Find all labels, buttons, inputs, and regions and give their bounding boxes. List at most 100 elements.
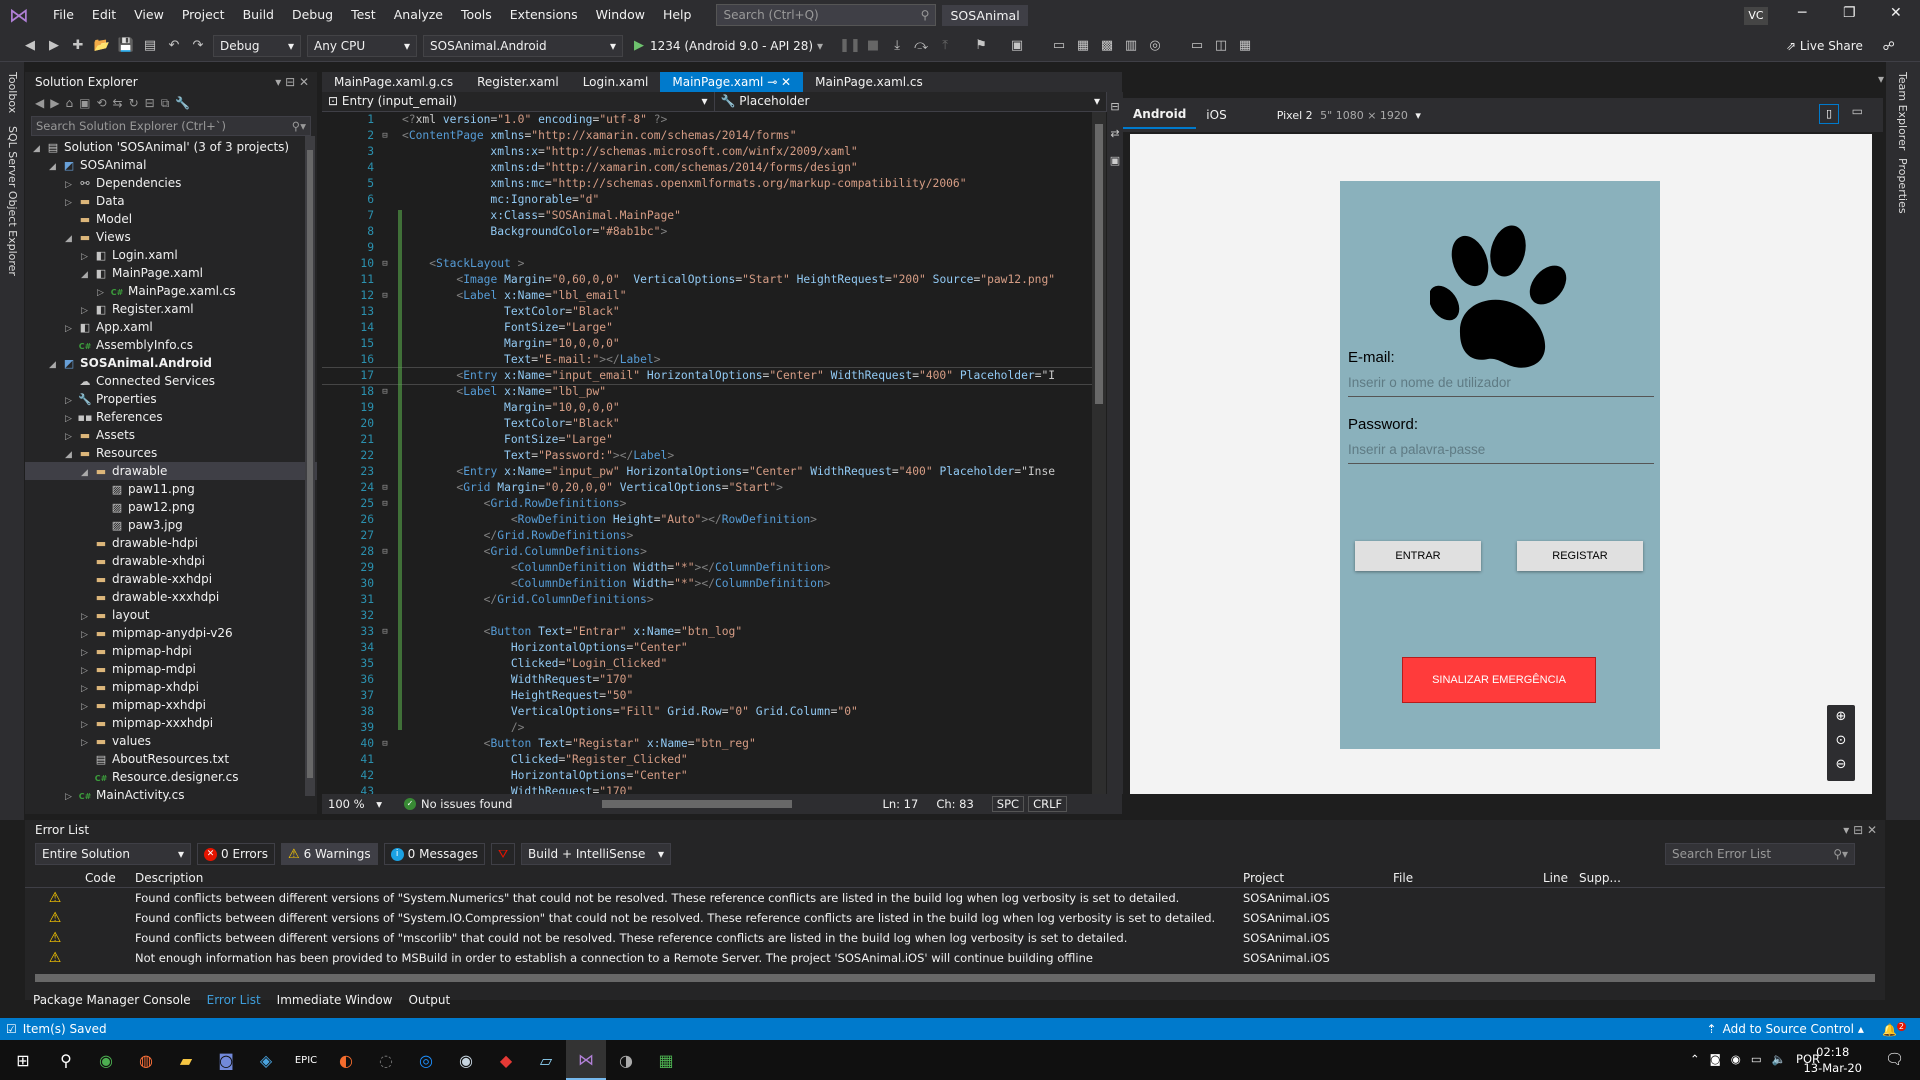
grid-icon[interactable]: ▦	[1235, 38, 1255, 53]
steam-icon[interactable]: ◉	[446, 1040, 486, 1080]
forward-icon[interactable]: ▶	[50, 96, 59, 110]
refresh-icon[interactable]: ↻	[129, 96, 139, 110]
visual-studio-icon[interactable]: ⋈	[566, 1040, 606, 1080]
scope-select[interactable]: Entire Solution ▾	[35, 843, 191, 865]
tree-item[interactable]: ▷ ▬ mipmap-anydpi-v26	[25, 624, 317, 642]
tree-item[interactable]: ▷ ⚯ Dependencies	[25, 174, 317, 192]
filter-icon[interactable]: ⛛	[490, 843, 516, 865]
error-search-input[interactable]: Search Error List ⚲▾	[1665, 843, 1855, 865]
menu-project[interactable]: Project	[173, 0, 234, 30]
chevron-up-icon[interactable]: ⌃	[1690, 1052, 1700, 1066]
tree-item[interactable]: ◢ ▬ drawable	[25, 462, 317, 480]
tree-item[interactable]: ▷ C# MainPage.xaml.cs	[25, 282, 317, 300]
sync-icon[interactable]: ⇆	[113, 96, 123, 110]
firefox-icon[interactable]: ◍	[126, 1040, 166, 1080]
tree-item[interactable]: ◢ ▤ Solution 'SOSAnimal' (3 of 3 projects)	[25, 138, 317, 156]
column-suppression[interactable]: Supp...	[1579, 871, 1629, 885]
file-explorer-icon[interactable]: ▰	[166, 1040, 206, 1080]
fold-icon[interactable]: ⊟	[378, 496, 392, 512]
code-line[interactable]: 1 <?xml version="1.0" encoding="utf-8" ?>	[322, 112, 1092, 128]
tab-ios[interactable]: iOS	[1196, 102, 1236, 128]
add-to-source-control[interactable]: Add to Source Control	[1723, 1022, 1854, 1036]
tree-item[interactable]: ▷ C# MainActivity.cs	[25, 786, 317, 804]
app-icon[interactable]: ◈	[246, 1040, 286, 1080]
emergency-button[interactable]: SINALIZAR EMERGÊNCIA	[1402, 657, 1596, 703]
tree-item[interactable]: ◢ ◩ SOSAnimal	[25, 156, 317, 174]
solution-search-input[interactable]: Search Solution Explorer (Ctrl+`) ⚲▾	[31, 116, 311, 136]
new-project-icon[interactable]: ✚	[68, 38, 88, 53]
bookmark-icon[interactable]: ⚑	[971, 38, 991, 53]
undo-icon[interactable]: ↶	[164, 38, 184, 53]
tree-item[interactable]: ☁ Connected Services	[25, 372, 317, 390]
save-all-icon[interactable]: ▤	[140, 38, 160, 53]
tab-output[interactable]: Output	[400, 990, 458, 1010]
code-line[interactable]: 26 <RowDefinition Height="Auto"></RowDef…	[322, 512, 1092, 528]
error-row[interactable]: ⚠ Found conflicts between different versi…	[25, 888, 1885, 908]
step-over-icon[interactable]: ⤼	[911, 38, 931, 53]
menu-file[interactable]: File	[44, 0, 83, 30]
tab-package-manager-console[interactable]: Package Manager Console	[25, 990, 199, 1010]
live-share-button[interactable]: ⇗ Live Share ☍	[1786, 39, 1895, 53]
code-line[interactable]: 23 <Entry x:Name="input_pw" HorizontalOp…	[322, 464, 1092, 480]
tree-item[interactable]: ▷ ◧ Register.xaml	[25, 300, 317, 318]
menu-test[interactable]: Test	[342, 0, 385, 30]
tree-item[interactable]: ▨ paw3.jpg	[25, 516, 317, 534]
code-editor[interactable]: 1 <?xml version="1.0" encoding="utf-8" ?>…	[322, 112, 1092, 794]
fold-icon[interactable]: ⊟	[378, 544, 392, 560]
tree-item[interactable]: C# Resource.designer.cs	[25, 768, 317, 786]
error-row[interactable]: ⚠ Found conflicts between different versi…	[25, 928, 1885, 948]
stop-icon[interactable]: ■	[863, 38, 883, 53]
device-select[interactable]: Pixel 2 5" 1080 × 1920 ▾	[1277, 109, 1421, 122]
code-line[interactable]: 38 VerticalOptions="Fill" Grid.Row="0" G…	[322, 704, 1092, 720]
tree-scrollbar[interactable]	[305, 136, 315, 796]
run-button[interactable]: ▶ 1234 (Android 9.0 - API 28) ▾	[634, 38, 823, 53]
emulator-icon[interactable]: ▩	[1097, 38, 1117, 53]
tree-item[interactable]: ▬ drawable-xxhdpi	[25, 570, 317, 588]
login-button[interactable]: ENTRAR	[1355, 541, 1481, 571]
password-input[interactable]: Inserir a palavra-passe	[1348, 438, 1654, 464]
tree-item[interactable]: ▬ drawable-xxxhdpi	[25, 588, 317, 606]
code-line[interactable]: 6 mc:Ignorable="d"	[322, 192, 1092, 208]
notepad-icon[interactable]: ▱	[526, 1040, 566, 1080]
sql-explorer-tab[interactable]: SQL Server Object Explorer	[6, 126, 19, 276]
element-dropdown[interactable]: ⊡ Entry (input_email) ▾	[322, 92, 715, 111]
menu-build[interactable]: Build	[234, 0, 283, 30]
editor-tab[interactable]: Register.xaml	[465, 72, 571, 92]
landscape-icon[interactable]: ▭	[1852, 104, 1863, 118]
error-row[interactable]: ⚠ Found conflicts between different versi…	[25, 908, 1885, 928]
game-icon[interactable]: ◆	[486, 1040, 526, 1080]
tree-item[interactable]: ◢ ◧ MainPage.xaml	[25, 264, 317, 282]
feedback-icon[interactable]: ☍	[1883, 39, 1895, 53]
messages-filter[interactable]: i0 Messages	[383, 843, 485, 865]
tree-item[interactable]: ▷ ▬ mipmap-xxxhdpi	[25, 714, 317, 732]
code-line[interactable]: 18 ⊟ <Label x:Name="lbl_pw"	[322, 384, 1092, 400]
start-icon[interactable]: ⊞	[0, 1040, 46, 1080]
menu-edit[interactable]: Edit	[83, 0, 125, 30]
split-icon[interactable]: ⊟	[1107, 100, 1123, 113]
device-manager-icon[interactable]: ▭	[1049, 38, 1069, 53]
team-explorer-tab[interactable]: Team Explorer	[1896, 72, 1909, 150]
code-line[interactable]: 17 <Entry x:Name="input_email" Horizonta…	[322, 367, 1092, 385]
code-line[interactable]: 40 ⊟ <Button Text="Registar" x:Name="btn_…	[322, 736, 1092, 752]
code-line[interactable]: 21 FontSize="Large"	[322, 432, 1092, 448]
column-line[interactable]: Line	[1543, 871, 1579, 885]
chat-app-icon[interactable]: ◑	[606, 1040, 646, 1080]
layout-icon[interactable]: ▥	[1121, 38, 1141, 53]
discord-tray-icon[interactable]: ◙	[1710, 1052, 1721, 1066]
toolbox-tab[interactable]: Toolbox	[6, 72, 19, 113]
tree-item[interactable]: ▬ Model	[25, 210, 317, 228]
horizontal-scrollbar[interactable]	[602, 800, 793, 808]
code-line[interactable]: 20 TextColor="Black"	[322, 416, 1092, 432]
epic-games-icon[interactable]: EPIC	[286, 1040, 326, 1080]
code-line[interactable]: 9	[322, 240, 1092, 256]
code-line[interactable]: 33 ⊟ <Button Text="Entrar" x:Name="btn_lo…	[322, 624, 1092, 640]
tree-item[interactable]: ▷ ▬ Assets	[25, 426, 317, 444]
pause-icon[interactable]: ❚❚	[839, 38, 861, 53]
collapse-icon[interactable]: ⊟	[145, 96, 155, 110]
tree-item[interactable]: ▷ ▬ Data	[25, 192, 317, 210]
warnings-filter[interactable]: ⚠ 6 Warnings	[280, 843, 378, 865]
wrench-icon[interactable]: 🔧	[175, 96, 190, 110]
tab-error-list[interactable]: Error List	[199, 990, 269, 1010]
code-line[interactable]: 5 xmlns:mc="http://schemas.openxmlformat…	[322, 176, 1092, 192]
fold-icon[interactable]: ⊟	[378, 480, 392, 496]
